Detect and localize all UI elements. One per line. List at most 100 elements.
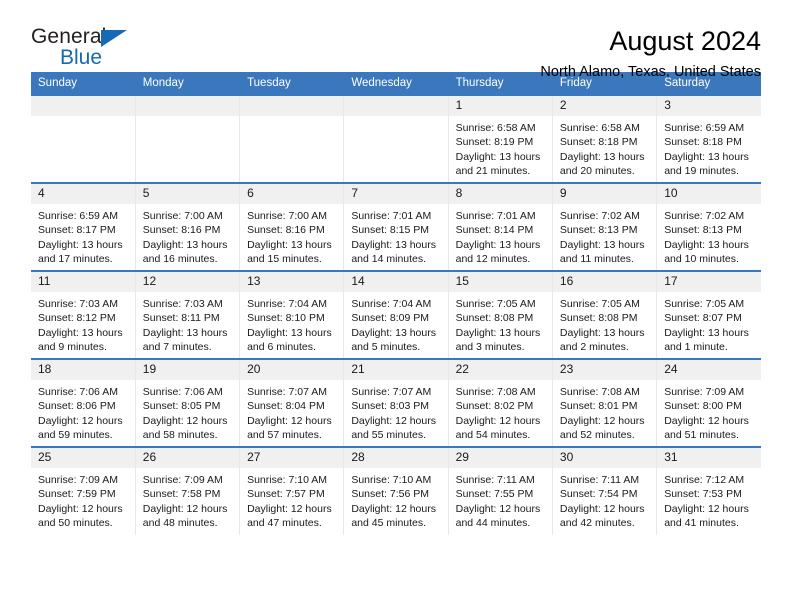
sunrise-text: Sunrise: 7:00 AM: [142, 210, 223, 222]
calendar-day-cell[interactable]: 17 Sunrise: 7:05 AM Sunset: 8:07 PM Dayligh…: [656, 270, 761, 359]
calendar-day-cell[interactable]: 9 Sunrise: 7:02 AM Sunset: 8:13 PM Daylight…: [552, 182, 658, 271]
page-title: August 2024: [609, 26, 761, 56]
day-details: Sunrise: 6:59 AM Sunset: 8:18 PM Daylight:…: [657, 116, 761, 179]
day-details: Sunrise: 7:05 AM Sunset: 8:08 PM Daylight:…: [553, 292, 656, 355]
calendar-day-cell[interactable]: 21 Sunrise: 7:07 AM Sunset: 8:03 PM Dayligh…: [343, 358, 449, 447]
sunset-text: Sunset: 8:16 PM: [247, 224, 325, 237]
day-details: Sunrise: 7:00 AM Sunset: 8:16 PM Daylight:…: [136, 204, 239, 267]
calendar-week-row: 25 Sunrise: 7:09 AM Sunset: 7:59 PM Dayligh…: [31, 446, 761, 535]
day-number: 23: [552, 360, 657, 380]
daylight-text: Daylight: 12 hours and 57 minutes.: [247, 414, 332, 442]
day-details: Sunrise: 7:06 AM Sunset: 8:06 PM Daylight:…: [31, 380, 135, 443]
sunrise-text: Sunrise: 7:09 AM: [142, 474, 223, 486]
calendar-day-cell[interactable]: 28 Sunrise: 7:10 AM Sunset: 7:56 PM Dayligh…: [343, 446, 449, 535]
calendar-week-row: 1 Sunrise: 6:58 AM Sunset: 8:19 PM Daylight…: [31, 94, 761, 183]
calendar-day-cell[interactable]: 13 Sunrise: 7:04 AM Sunset: 8:10 PM Dayligh…: [239, 270, 345, 359]
calendar-day-cell[interactable]: 19 Sunrise: 7:06 AM Sunset: 8:05 PM Dayligh…: [135, 358, 241, 447]
sunset-text: Sunset: 7:55 PM: [455, 488, 534, 501]
day-details: Sunrise: 7:07 AM Sunset: 8:03 PM Daylight:…: [344, 380, 447, 443]
calendar-cell-empty: [343, 94, 449, 183]
daylight-text: Daylight: 13 hours and 16 minutes.: [142, 238, 228, 266]
calendar-day-cell[interactable]: 30 Sunrise: 7:11 AM Sunset: 7:54 PM Dayligh…: [552, 446, 658, 535]
calendar-day-cell[interactable]: 24 Sunrise: 7:09 AM Sunset: 8:00 PM Dayligh…: [656, 358, 761, 447]
day-number: 1: [448, 96, 552, 116]
calendar-day-cell[interactable]: 3 Sunrise: 6:59 AM Sunset: 8:18 PM Daylight…: [656, 94, 761, 183]
title-block: August 2024 North Alamo, Texas, United S…: [146, 26, 761, 81]
day-details: Sunrise: 6:58 AM Sunset: 8:19 PM Daylight:…: [449, 116, 552, 179]
day-details: Sunrise: 7:03 AM Sunset: 8:11 PM Daylight:…: [136, 292, 239, 355]
calendar-day-cell[interactable]: 25 Sunrise: 7:09 AM Sunset: 7:59 PM Dayligh…: [31, 446, 136, 535]
calendar-day-cell[interactable]: 18 Sunrise: 7:06 AM Sunset: 8:06 PM Dayligh…: [31, 358, 136, 447]
daylight-text: Daylight: 12 hours and 51 minutes.: [664, 414, 749, 442]
calendar-day-cell[interactable]: 2 Sunrise: 6:58 AM Sunset: 8:18 PM Daylight…: [552, 94, 658, 183]
sunrise-text: Sunrise: 7:04 AM: [351, 298, 432, 310]
sunset-text: Sunset: 8:14 PM: [455, 224, 534, 237]
daylight-text: Daylight: 13 hours and 12 minutes.: [455, 238, 541, 266]
calendar-day-cell[interactable]: 16 Sunrise: 7:05 AM Sunset: 8:08 PM Dayligh…: [552, 270, 658, 359]
sunrise-text: Sunrise: 7:11 AM: [559, 474, 640, 486]
sunrise-text: Sunrise: 7:02 AM: [559, 210, 640, 222]
calendar-day-cell[interactable]: 15 Sunrise: 7:05 AM Sunset: 8:08 PM Dayligh…: [448, 270, 553, 359]
calendar-day-cell[interactable]: 12 Sunrise: 7:03 AM Sunset: 8:11 PM Dayligh…: [135, 270, 241, 359]
logo-triangle-icon: [101, 30, 127, 47]
calendar-day-cell[interactable]: 7 Sunrise: 7:01 AM Sunset: 8:15 PM Daylight…: [343, 182, 449, 271]
sunset-text: Sunset: 8:12 PM: [38, 312, 116, 325]
day-details: Sunrise: 7:04 AM Sunset: 8:10 PM Daylight:…: [240, 292, 343, 355]
day-number: 14: [344, 272, 448, 292]
daylight-text: Daylight: 12 hours and 59 minutes.: [38, 414, 123, 442]
calendar-cell-empty: [31, 94, 136, 183]
page-header: General Blue August 2024 North Alamo, Te…: [31, 0, 761, 81]
daylight-text: Daylight: 13 hours and 21 minutes.: [455, 150, 541, 178]
daylight-text: Daylight: 13 hours and 9 minutes.: [38, 326, 123, 354]
generalblue-logo[interactable]: General Blue: [31, 26, 146, 76]
sunrise-text: Sunrise: 6:59 AM: [664, 122, 745, 134]
day-number: 20: [240, 360, 344, 380]
calendar-day-cell[interactable]: 29 Sunrise: 7:11 AM Sunset: 7:55 PM Dayligh…: [448, 446, 553, 535]
sunset-text: Sunset: 8:18 PM: [559, 136, 638, 149]
day-details: Sunrise: 7:01 AM Sunset: 8:14 PM Daylight:…: [449, 204, 552, 267]
sunset-text: Sunset: 8:08 PM: [559, 312, 638, 325]
sunrise-text: Sunrise: 6:58 AM: [455, 122, 536, 134]
calendar-day-cell[interactable]: 1 Sunrise: 6:58 AM Sunset: 8:19 PM Daylight…: [448, 94, 553, 183]
day-details: Sunrise: 7:07 AM Sunset: 8:04 PM Daylight:…: [240, 380, 343, 443]
calendar-day-cell[interactable]: 10 Sunrise: 7:02 AM Sunset: 8:13 PM Dayligh…: [656, 182, 761, 271]
calendar-day-cell[interactable]: 11 Sunrise: 7:03 AM Sunset: 8:12 PM Dayligh…: [31, 270, 136, 359]
day-details: Sunrise: 7:11 AM Sunset: 7:55 PM Daylight:…: [449, 468, 552, 531]
daylight-text: Daylight: 13 hours and 20 minutes.: [559, 150, 645, 178]
day-number: 15: [448, 272, 552, 292]
calendar-day-cell[interactable]: 27 Sunrise: 7:10 AM Sunset: 7:57 PM Dayligh…: [239, 446, 345, 535]
sunrise-text: Sunrise: 7:03 AM: [142, 298, 223, 310]
calendar-day-cell[interactable]: 26 Sunrise: 7:09 AM Sunset: 7:58 PM Dayligh…: [135, 446, 241, 535]
sunrise-text: Sunrise: 7:06 AM: [142, 386, 223, 398]
sunrise-text: Sunrise: 7:04 AM: [247, 298, 328, 310]
sunrise-text: Sunrise: 7:00 AM: [247, 210, 328, 222]
calendar-day-cell[interactable]: 8 Sunrise: 7:01 AM Sunset: 8:14 PM Daylight…: [448, 182, 553, 271]
sunset-text: Sunset: 7:59 PM: [38, 488, 116, 501]
calendar-day-cell[interactable]: 31 Sunrise: 7:12 AM Sunset: 7:53 PM Dayligh…: [656, 446, 761, 535]
calendar-day-cell[interactable]: 5 Sunrise: 7:00 AM Sunset: 8:16 PM Daylight…: [135, 182, 241, 271]
sunrise-text: Sunrise: 7:05 AM: [455, 298, 536, 310]
day-number: 19: [135, 360, 240, 380]
sunset-text: Sunset: 8:11 PM: [142, 312, 220, 325]
day-details: Sunrise: 7:05 AM Sunset: 8:07 PM Daylight:…: [657, 292, 761, 355]
calendar-day-cell[interactable]: 23 Sunrise: 7:08 AM Sunset: 8:01 PM Dayligh…: [552, 358, 658, 447]
day-details: Sunrise: 7:10 AM Sunset: 7:57 PM Daylight:…: [240, 468, 343, 531]
sunset-text: Sunset: 7:54 PM: [559, 488, 638, 501]
sunrise-text: Sunrise: 7:08 AM: [559, 386, 640, 398]
calendar-day-cell[interactable]: 14 Sunrise: 7:04 AM Sunset: 8:09 PM Dayligh…: [343, 270, 449, 359]
sunrise-text: Sunrise: 7:07 AM: [351, 386, 432, 398]
calendar-week-row: 11 Sunrise: 7:03 AM Sunset: 8:12 PM Dayligh…: [31, 270, 761, 359]
day-number: 8: [448, 184, 552, 204]
day-details: Sunrise: 7:05 AM Sunset: 8:08 PM Daylight:…: [449, 292, 552, 355]
day-details: Sunrise: 7:01 AM Sunset: 8:15 PM Daylight:…: [344, 204, 447, 267]
calendar-day-cell[interactable]: 6 Sunrise: 7:00 AM Sunset: 8:16 PM Daylight…: [239, 182, 345, 271]
daylight-text: Daylight: 13 hours and 6 minutes.: [247, 326, 332, 354]
day-number: 29: [448, 448, 552, 468]
calendar-day-cell[interactable]: 4 Sunrise: 6:59 AM Sunset: 8:17 PM Daylight…: [31, 182, 136, 271]
sunrise-sunset-calendar: Sunday Monday Tuesday Wednesday Thursday…: [31, 72, 761, 535]
sunrise-text: Sunrise: 7:08 AM: [455, 386, 536, 398]
sunset-text: Sunset: 8:01 PM: [559, 400, 638, 413]
calendar-day-cell[interactable]: 20 Sunrise: 7:07 AM Sunset: 8:04 PM Dayligh…: [239, 358, 345, 447]
calendar-day-cell[interactable]: 22 Sunrise: 7:08 AM Sunset: 8:02 PM Dayligh…: [448, 358, 553, 447]
sunset-text: Sunset: 8:02 PM: [455, 400, 534, 413]
